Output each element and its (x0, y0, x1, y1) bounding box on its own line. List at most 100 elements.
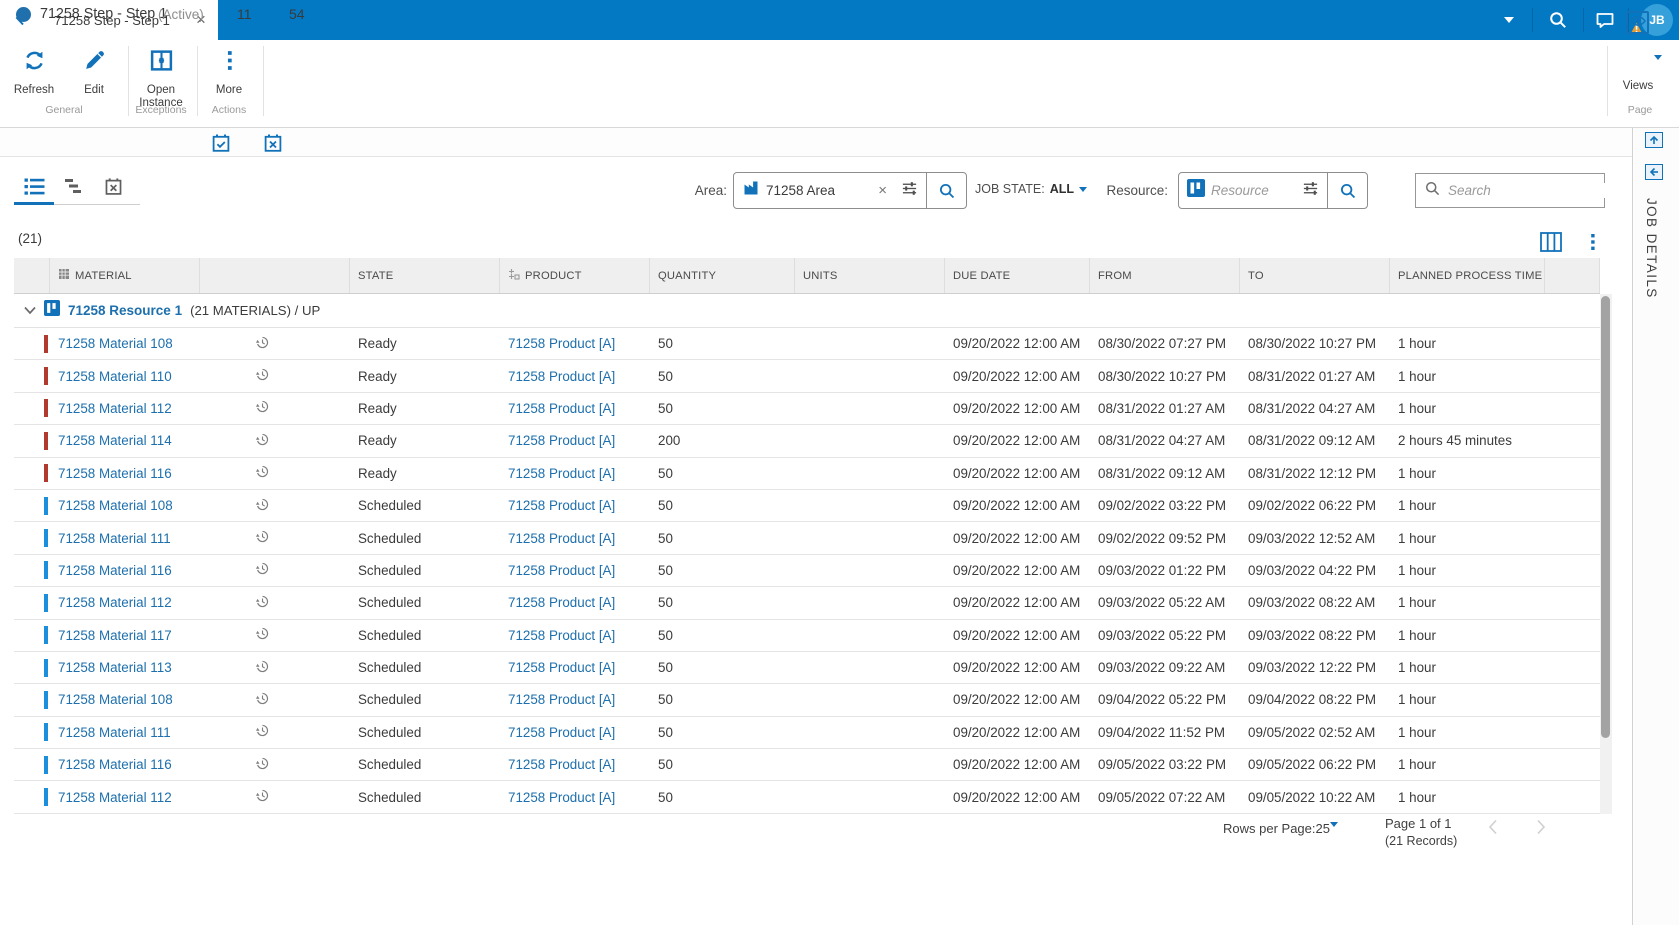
product-link[interactable]: 71258 Product [A] (508, 336, 615, 351)
material-link[interactable]: 71258 Material 111 (58, 725, 171, 740)
more-button[interactable]: More (203, 48, 255, 97)
column-header-product[interactable]: PRODUCT (500, 258, 650, 293)
material-link[interactable]: 71258 Material 113 (58, 660, 172, 675)
rows-per-page-caret-icon[interactable] (1330, 822, 1338, 845)
table-row[interactable]: 71258 Material 108 Scheduled 71258 Product… (14, 489, 1600, 523)
material-link[interactable]: 71258 Material 108 (58, 336, 173, 351)
grid-search-input[interactable] (1448, 183, 1625, 198)
group-resource-link[interactable]: 71258 Resource 1 (68, 303, 182, 318)
resource-combo[interactable] (1178, 172, 1368, 209)
column-chooser-icon[interactable] (1538, 229, 1564, 255)
chevron-down-icon[interactable] (1497, 8, 1521, 32)
product-link[interactable]: 71258 Product [A] (508, 369, 615, 384)
resource-search-button[interactable] (1327, 173, 1367, 208)
table-row[interactable]: 71258 Material 116 Scheduled 71258 Product… (14, 554, 1600, 588)
collapse-panel-icon[interactable] (1645, 164, 1663, 180)
edit-button[interactable]: Edit (68, 48, 120, 97)
product-link[interactable]: 71258 Product [A] (508, 433, 615, 448)
product-link[interactable]: 71258 Product [A] (508, 466, 615, 481)
table-row[interactable]: 71258 Material 113 Scheduled 71258 Product… (14, 651, 1600, 685)
views-button[interactable] (1626, 11, 1649, 34)
list-view-tab[interactable] (22, 174, 46, 198)
material-link[interactable]: 71258 Material 112 (58, 401, 172, 416)
cell (14, 425, 50, 456)
column-header-to[interactable]: TO (1240, 258, 1390, 293)
resource-filter-sliders-icon[interactable] (1294, 180, 1327, 202)
column-header-due-date[interactable]: DUE DATE (945, 258, 1090, 293)
messages-icon[interactable] (1593, 8, 1617, 32)
calendar-check-icon (211, 133, 231, 158)
search-icon[interactable] (1546, 8, 1570, 32)
due-date-cell: 09/20/2022 12:00 AM (953, 368, 1081, 384)
group-expand-icon[interactable] (24, 302, 36, 320)
material-link[interactable]: 71258 Material 112 (58, 595, 172, 610)
column-header-planned-process-time[interactable]: PLANNED PROCESS TIME (1390, 258, 1545, 293)
material-link[interactable]: 71258 Material 114 (58, 433, 172, 448)
area-combo[interactable]: × (733, 172, 967, 209)
cell: 71258 Product [A] (500, 620, 650, 651)
open-panel-icon[interactable] (1645, 132, 1663, 148)
gantt-view-tab[interactable] (62, 174, 86, 198)
next-page-icon[interactable] (1532, 818, 1550, 836)
product-link[interactable]: 71258 Product [A] (508, 595, 615, 610)
material-link[interactable]: 71258 Material 110 (58, 369, 172, 384)
product-link[interactable]: 71258 Product [A] (508, 692, 615, 707)
grid-menu-icon[interactable] (1580, 229, 1606, 255)
table-row[interactable]: 71258 Material 112 Scheduled 71258 Product… (14, 781, 1600, 814)
active-tab-underline (14, 202, 54, 205)
product-link[interactable]: 71258 Product [A] (508, 757, 615, 772)
product-link[interactable]: 71258 Product [A] (508, 563, 615, 578)
group-row[interactable]: 71258 Resource 1 (21 MATERIALS) / UP (14, 294, 1600, 328)
grid-search-box[interactable] (1415, 173, 1625, 208)
material-link[interactable]: 71258 Material 117 (58, 628, 172, 643)
scrollbar-thumb[interactable] (1601, 296, 1610, 738)
material-link[interactable]: 71258 Material 108 (58, 498, 173, 513)
ribbon-group-general: General (45, 104, 83, 116)
material-link[interactable]: 71258 Material 116 (58, 757, 172, 772)
clear-area-icon[interactable]: × (872, 182, 893, 199)
prev-page-icon[interactable] (1484, 818, 1502, 836)
column-header-from[interactable]: FROM (1090, 258, 1240, 293)
table-row[interactable]: 71258 Material 116 Ready 71258 Product [A]… (14, 457, 1600, 490)
refresh-button[interactable]: Refresh (8, 48, 60, 97)
table-row[interactable]: 71258 Material 111 Scheduled 71258 Product… (14, 522, 1600, 555)
product-link[interactable]: 71258 Product [A] (508, 725, 615, 740)
table-row[interactable]: 71258 Material 112 Scheduled 71258 Product… (14, 587, 1600, 620)
area-input[interactable] (766, 183, 873, 198)
table-row[interactable]: 71258 Material 108 Scheduled 71258 Product… (14, 684, 1600, 717)
product-link[interactable]: 71258 Product [A] (508, 628, 615, 643)
job-state-filter[interactable]: JOB STATE: ALL (975, 182, 1087, 196)
column-header-material[interactable]: MATERIAL (50, 258, 200, 293)
open-instance-button[interactable]: Open Instance (128, 48, 194, 109)
views-dropdown-icon[interactable] (1654, 55, 1662, 78)
cell (795, 490, 945, 521)
product-link[interactable]: 71258 Product [A] (508, 531, 615, 546)
table-row[interactable]: 71258 Material 108 Ready 71258 Product [A]… (14, 328, 1600, 361)
material-link[interactable]: 71258 Material 116 (58, 563, 172, 578)
material-link[interactable]: 71258 Material 112 (58, 790, 172, 805)
table-row[interactable]: 71258 Material 112 Ready 71258 Product [A]… (14, 392, 1600, 426)
to-cell: 09/05/2022 02:52 AM (1248, 724, 1376, 740)
table-row[interactable]: 71258 Material 110 Ready 71258 Product [A]… (14, 360, 1600, 393)
table-row[interactable]: 71258 Material 116 Scheduled 71258 Product… (14, 749, 1600, 782)
column-header-quantity[interactable]: QUANTITY (650, 258, 795, 293)
calendar-view-tab[interactable] (101, 174, 125, 198)
material-link[interactable]: 71258 Material 111 (58, 531, 171, 546)
product-link[interactable]: 71258 Product [A] (508, 401, 615, 416)
product-link[interactable]: 71258 Product [A] (508, 498, 615, 513)
table-row[interactable]: 71258 Material 117 Scheduled 71258 Product… (14, 619, 1600, 652)
resource-input[interactable] (1211, 183, 1294, 198)
cell (200, 360, 350, 391)
material-link[interactable]: 71258 Material 116 (58, 466, 172, 481)
material-link[interactable]: 71258 Material 108 (58, 692, 173, 707)
table-row[interactable]: 71258 Material 114 Ready 71258 Product [A]… (14, 425, 1600, 458)
area-filter-sliders-icon[interactable] (893, 180, 926, 202)
table-row[interactable]: 71258 Material 111 Scheduled 71258 Product… (14, 716, 1600, 750)
column-header-state[interactable]: STATE (350, 258, 500, 293)
product-link[interactable]: 71258 Product [A] (508, 790, 615, 805)
state-color-bar (44, 496, 48, 515)
area-search-button[interactable] (926, 173, 966, 208)
product-link[interactable]: 71258 Product [A] (508, 660, 615, 675)
rows-per-page[interactable]: Rows per Page:25 (1223, 821, 1330, 836)
column-header-units[interactable]: UNITS (795, 258, 945, 293)
